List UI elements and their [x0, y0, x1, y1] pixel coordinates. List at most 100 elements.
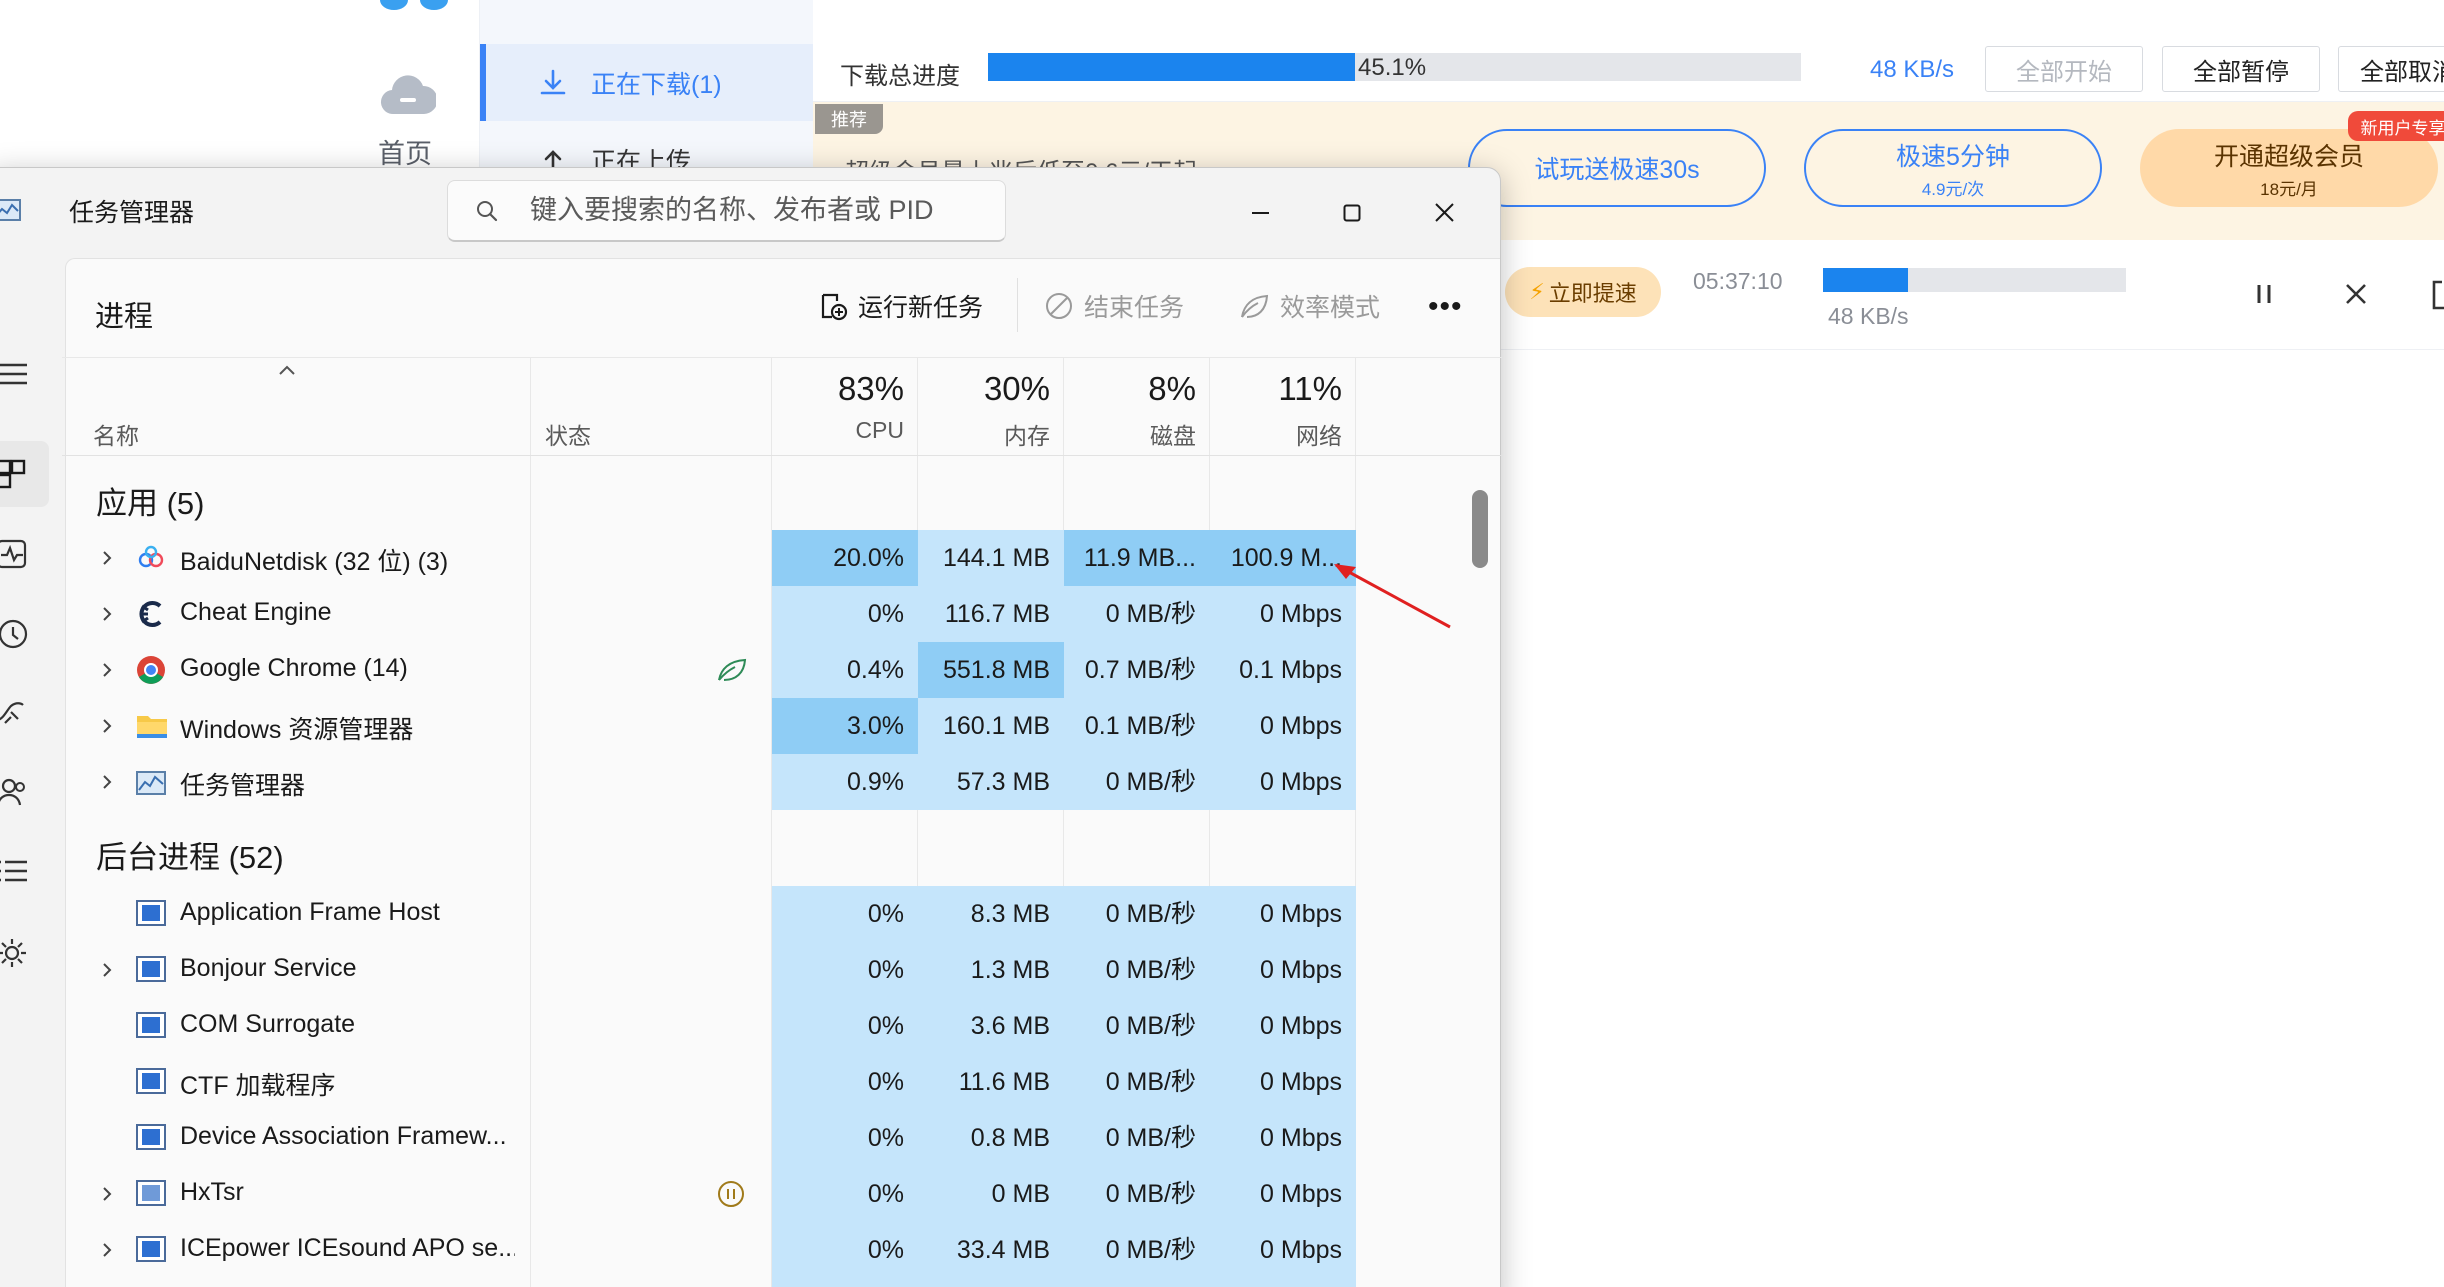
users-icon[interactable] [0, 776, 29, 808]
memory-cell: 57.3 MB [918, 754, 1064, 810]
pause-all-button[interactable]: 全部暂停 [2162, 46, 2320, 92]
service-window-icon [136, 956, 166, 982]
cpu-cell: 0% [772, 998, 918, 1054]
expand-chevron-icon[interactable] [100, 1240, 114, 1260]
disk-cell: 0 MB/秒 [1064, 1222, 1210, 1278]
boost-now-button[interactable]: ⚡ 立即提速 [1505, 267, 1661, 317]
trial-boost-label: 试玩送极速30s [1534, 156, 1700, 184]
cpu-cell: 3.0% [772, 698, 918, 754]
network-cell: 0 Mbps [1210, 1054, 1356, 1110]
expand-chevron-icon[interactable] [100, 1184, 114, 1204]
end-task-button[interactable]: 结束任务 [1044, 288, 1184, 324]
nav-downloading-label[interactable]: 正在下载(1) [591, 65, 722, 101]
remaining-time: 05:37:10 [1693, 268, 1783, 294]
memory-cell: 160.1 MB [918, 698, 1064, 754]
search-input[interactable] [530, 181, 990, 239]
network-cell: 0 Mbps [1210, 1110, 1356, 1166]
column-header-memory[interactable]: 内存 [918, 417, 1050, 451]
sort-ascending-icon[interactable] [277, 364, 297, 376]
service-window-icon [136, 1124, 166, 1150]
memory-cell: 0 MB [918, 1166, 1064, 1222]
processes-icon [0, 458, 29, 490]
open-svip-label: 开通超级会员 [2213, 142, 2364, 171]
group-header-apps[interactable]: 应用 (5) [96, 478, 205, 523]
home-cloud-icon[interactable] [380, 68, 436, 118]
col-divider-status [530, 357, 531, 1287]
group-header-background[interactable]: 后台进程 (52) [96, 832, 284, 877]
vertical-scrollbar[interactable] [1469, 457, 1491, 1287]
service-window-icon [136, 1068, 166, 1094]
process-name: ICEpower ICEsound APO se... [180, 1234, 515, 1262]
services-icon[interactable] [0, 936, 29, 970]
service-window-icon [136, 1180, 166, 1206]
efficiency-leaf-icon [716, 656, 748, 684]
expand-chevron-icon[interactable] [100, 604, 114, 624]
performance-icon[interactable] [0, 538, 29, 570]
efficiency-mode-button[interactable]: 效率模式 [1238, 288, 1380, 324]
process-name: Application Frame Host [180, 898, 440, 926]
maximize-button[interactable] [1327, 190, 1377, 236]
column-header-network[interactable]: 网络 [1210, 417, 1342, 451]
hamburger-menu-icon[interactable] [0, 361, 29, 387]
close-window-button[interactable] [1419, 190, 1469, 236]
suspended-icon [716, 1179, 746, 1209]
expand-chevron-icon[interactable] [100, 772, 114, 792]
column-header-status[interactable]: 状态 [545, 417, 591, 451]
efficiency-mode-label: 效率模式 [1280, 294, 1381, 322]
cancel-all-button[interactable]: 全部取消 [2338, 46, 2444, 92]
cpu-cell: 0% [772, 1222, 918, 1278]
disk-cell [1064, 1278, 1210, 1287]
red-annotation-arrow [1330, 555, 1460, 635]
run-new-task-button[interactable]: 运行新任务 [818, 288, 983, 324]
disk-cell: 0 MB/秒 [1064, 998, 1210, 1054]
column-header-cpu[interactable]: CPU [772, 417, 904, 444]
boost-5min-label: 极速5分钟 [1896, 142, 2010, 171]
memory-cell: 551.8 MB [918, 642, 1064, 698]
search-icon [476, 200, 498, 222]
expand-chevron-icon[interactable] [100, 548, 114, 568]
memory-cell: 3.6 MB [918, 998, 1064, 1054]
start-all-button[interactable]: 全部开始 [1985, 46, 2143, 92]
end-task-label: 结束任务 [1084, 294, 1185, 322]
pause-icon[interactable] [2253, 282, 2275, 306]
item-speed: 48 KB/s [1828, 303, 1909, 329]
cpu-cell: 0% [772, 886, 918, 942]
promo-tag: 推荐 [815, 104, 883, 134]
column-header-disk[interactable]: 磁盘 [1064, 417, 1196, 451]
process-name: BaiduNetdisk (32 位) (3) [180, 548, 449, 576]
details-icon[interactable] [0, 858, 29, 884]
cheat-engine-icon [136, 598, 166, 630]
network-total-percent[interactable]: 11% [1210, 370, 1342, 408]
memory-cell: 33.4 MB [918, 1222, 1064, 1278]
disk-total-percent[interactable]: 8% [1064, 370, 1196, 408]
startup-apps-icon[interactable] [0, 696, 29, 728]
leaf-icon [1238, 291, 1270, 321]
memory-cell: 144.1 MB [918, 530, 1064, 586]
window-title: 任务管理器 [69, 199, 195, 227]
process-name: Cheat Engine [180, 598, 332, 626]
expand-chevron-icon[interactable] [100, 960, 114, 980]
column-header-name[interactable]: 名称 [93, 417, 139, 451]
header-top-divider [62, 357, 1502, 358]
cpu-total-percent[interactable]: 83% [772, 370, 904, 408]
network-cell: 0 Mbps [1210, 698, 1356, 754]
disk-cell: 0.7 MB/秒 [1064, 642, 1210, 698]
scrollbar-thumb[interactable] [1472, 490, 1488, 568]
more-options-button[interactable]: ••• [1428, 290, 1463, 324]
network-cell: 0 Mbps [1210, 886, 1356, 942]
nav-home-label[interactable]: 首页 [378, 132, 432, 171]
process-name: Google Chrome (14) [180, 654, 408, 682]
trial-boost-button[interactable]: 试玩送极速30s [1468, 129, 1766, 207]
close-icon[interactable] [2344, 282, 2368, 306]
folder-icon[interactable] [2432, 280, 2444, 310]
boost-5min-button[interactable]: 极速5分钟 4.9元/次 [1804, 129, 2102, 207]
search-box[interactable] [447, 180, 1006, 242]
expand-chevron-icon[interactable] [100, 716, 114, 736]
app-history-icon[interactable] [0, 618, 29, 650]
memory-total-percent[interactable]: 30% [918, 370, 1050, 408]
cpu-cell: 0% [772, 1110, 918, 1166]
network-cell: 0 Mbps [1210, 942, 1356, 998]
expand-chevron-icon[interactable] [100, 660, 114, 680]
process-name: CTF 加载程序 [180, 1072, 336, 1100]
minimize-button[interactable] [1235, 190, 1285, 236]
